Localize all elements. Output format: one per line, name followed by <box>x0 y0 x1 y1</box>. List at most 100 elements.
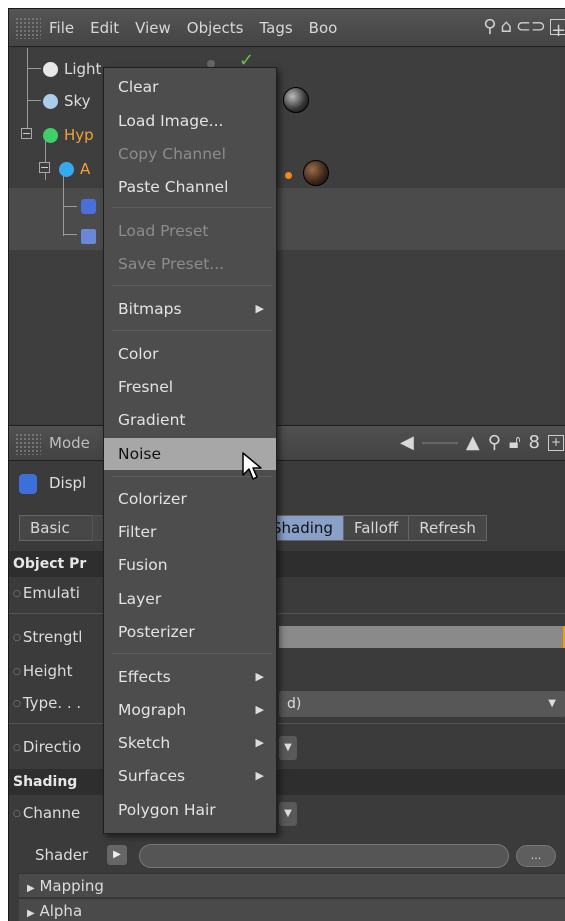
property-channel: Channe ▼ <box>9 799 565 829</box>
orbit-icon[interactable]: ⊂⊃ <box>516 16 546 38</box>
object-name: Hyp <box>64 126 94 144</box>
shader-menu-button[interactable]: ▶ <box>107 845 127 865</box>
property-height: Height <box>9 657 565 687</box>
menu-item-surfaces[interactable]: Surfaces ▶ <box>104 761 276 791</box>
submenu-arrow-icon: ▶ <box>255 670 264 683</box>
expand-icon[interactable]: + <box>548 434 564 451</box>
tab-basic[interactable]: Basic <box>19 515 93 541</box>
menu-view[interactable]: View <box>135 19 171 37</box>
attribute-tools: ◀ ▲ ⚲ 🔓︎ 8 + <box>400 432 564 453</box>
search-icon[interactable]: ⚲ <box>488 432 501 453</box>
menu-objects[interactable]: Objects <box>187 19 244 37</box>
menu-item-gradient[interactable]: Gradient <box>104 405 276 435</box>
back-arrow-icon[interactable]: ◀ <box>400 432 414 453</box>
menu-item-color[interactable]: Color <box>104 339 276 369</box>
history-divider <box>421 441 458 444</box>
property-label: Emulati <box>13 584 80 602</box>
menu-separator <box>112 207 272 208</box>
expand-toggle[interactable]: − <box>39 162 50 173</box>
collapse-arrow-icon: ▶ <box>27 908 35 919</box>
tree-line <box>63 206 77 207</box>
menu-item-load-image[interactable]: Load Image... <box>104 106 276 136</box>
menu-item-mograph[interactable]: Mograph ▶ <box>104 695 276 725</box>
menu-item-polygon-hair[interactable]: Polygon Hair <box>104 795 276 825</box>
divider <box>9 723 565 724</box>
object-name: A <box>80 160 91 178</box>
polygon-icon <box>81 228 96 244</box>
menu-edit[interactable]: Edit <box>90 19 119 37</box>
object-row-sky[interactable]: Sky <box>43 87 91 115</box>
drag-grip-icon[interactable] <box>15 16 41 39</box>
menu-file[interactable]: File <box>49 19 74 37</box>
sphere-icon <box>59 161 74 177</box>
shader-field[interactable] <box>139 844 509 868</box>
object-name: Sky <box>64 92 91 110</box>
attribute-manager-header: Mode ◀ ▲ ⚲ 🔓︎ 8 + <box>9 425 565 461</box>
property-label: Strengtl <box>13 628 83 646</box>
submenu-arrow-icon: ▶ <box>255 736 264 749</box>
expand-toggle[interactable]: − <box>21 128 32 139</box>
object-title: Displ <box>49 474 87 492</box>
strength-slider[interactable] <box>279 626 565 648</box>
tree-line <box>63 234 77 235</box>
status-dot-icon <box>285 172 292 179</box>
channel-dropdown[interactable]: ▼ <box>279 802 297 826</box>
menu-item-filter[interactable]: Filter <box>104 517 276 547</box>
section-shading: Shading <box>9 769 565 795</box>
menu-bookmarks[interactable]: Boo <box>309 19 338 37</box>
type-dropdown[interactable]: d) ▼ <box>279 691 565 717</box>
menu-item-label: Sketch <box>118 734 171 752</box>
object-row-child[interactable] <box>81 222 102 250</box>
property-type: Type. . . d) ▼ <box>9 689 565 719</box>
menu-item-paste-channel[interactable]: Paste Channel <box>104 172 276 202</box>
tab-refresh[interactable]: Refresh <box>408 515 487 541</box>
link-icon[interactable]: 8 <box>529 432 540 453</box>
menu-tags[interactable]: Tags <box>259 19 292 37</box>
tree-line <box>27 100 41 101</box>
material-tag-icon[interactable] <box>303 160 329 186</box>
menu-item-label: Bitmaps <box>118 300 182 318</box>
object-list: − − Light Sky Hyp A ✓ <box>9 48 565 424</box>
property-label: Height <box>13 662 73 680</box>
property-emulation: Emulati <box>9 579 565 609</box>
property-label: Channe <box>13 804 80 822</box>
home-icon[interactable]: ⌂ <box>500 16 511 38</box>
direction-dropdown[interactable]: ▼ <box>279 736 297 760</box>
group-label: Alpha <box>39 902 83 920</box>
object-row-sphere[interactable]: A <box>59 155 90 183</box>
group-alpha[interactable]: ▶ Alpha <box>19 898 565 921</box>
menu-item-clear[interactable]: Clear <box>104 72 276 102</box>
material-tag-icon[interactable] <box>283 87 309 113</box>
submenu-arrow-icon: ▶ <box>255 769 264 782</box>
object-row-hypernurbs[interactable]: Hyp <box>43 121 94 149</box>
menu-item-label: Mograph <box>118 701 187 719</box>
lock-icon[interactable]: 🔓︎ <box>509 432 521 453</box>
menu-item-fusion[interactable]: Fusion <box>104 550 276 580</box>
section-object-properties: Object Pr <box>9 551 565 577</box>
attribute-manager-title[interactable]: Mode <box>49 434 90 452</box>
search-icon[interactable]: ⚲ <box>483 16 496 38</box>
tab-falloff[interactable]: Falloff <box>342 515 410 541</box>
group-mapping[interactable]: ▶ Mapping <box>19 873 565 897</box>
menu-item-effects[interactable]: Effects ▶ <box>104 662 276 692</box>
up-arrow-icon[interactable]: ▲ <box>466 432 480 453</box>
menu-item-label: Surfaces <box>118 767 186 785</box>
menu-item-fresnel[interactable]: Fresnel <box>104 372 276 402</box>
expand-icon[interactable]: + <box>550 19 565 41</box>
menu-item-label: Effects <box>118 668 171 686</box>
shader-more-button[interactable]: ... <box>516 845 556 867</box>
menu-item-posterizer[interactable]: Posterizer <box>104 617 276 647</box>
object-row-light[interactable]: Light <box>43 55 101 83</box>
object-row-child[interactable] <box>81 192 102 220</box>
menu-item-colorizer[interactable]: Colorizer <box>104 484 276 514</box>
menu-separator <box>112 653 272 654</box>
property-label: Type. . . <box>13 694 81 712</box>
submenu-arrow-icon: ▶ <box>255 703 264 716</box>
menu-item-sketch[interactable]: Sketch ▶ <box>104 728 276 758</box>
submenu-arrow-icon: ▶ <box>255 302 264 315</box>
menu-item-copy-channel: Copy Channel <box>118 145 226 163</box>
menu-item-layer[interactable]: Layer <box>104 584 276 614</box>
menu-item-bitmaps[interactable]: Bitmaps ▶ <box>104 294 276 324</box>
property-shader: Shader ▶ ... <box>9 841 565 871</box>
drag-grip-icon[interactable] <box>15 433 41 455</box>
